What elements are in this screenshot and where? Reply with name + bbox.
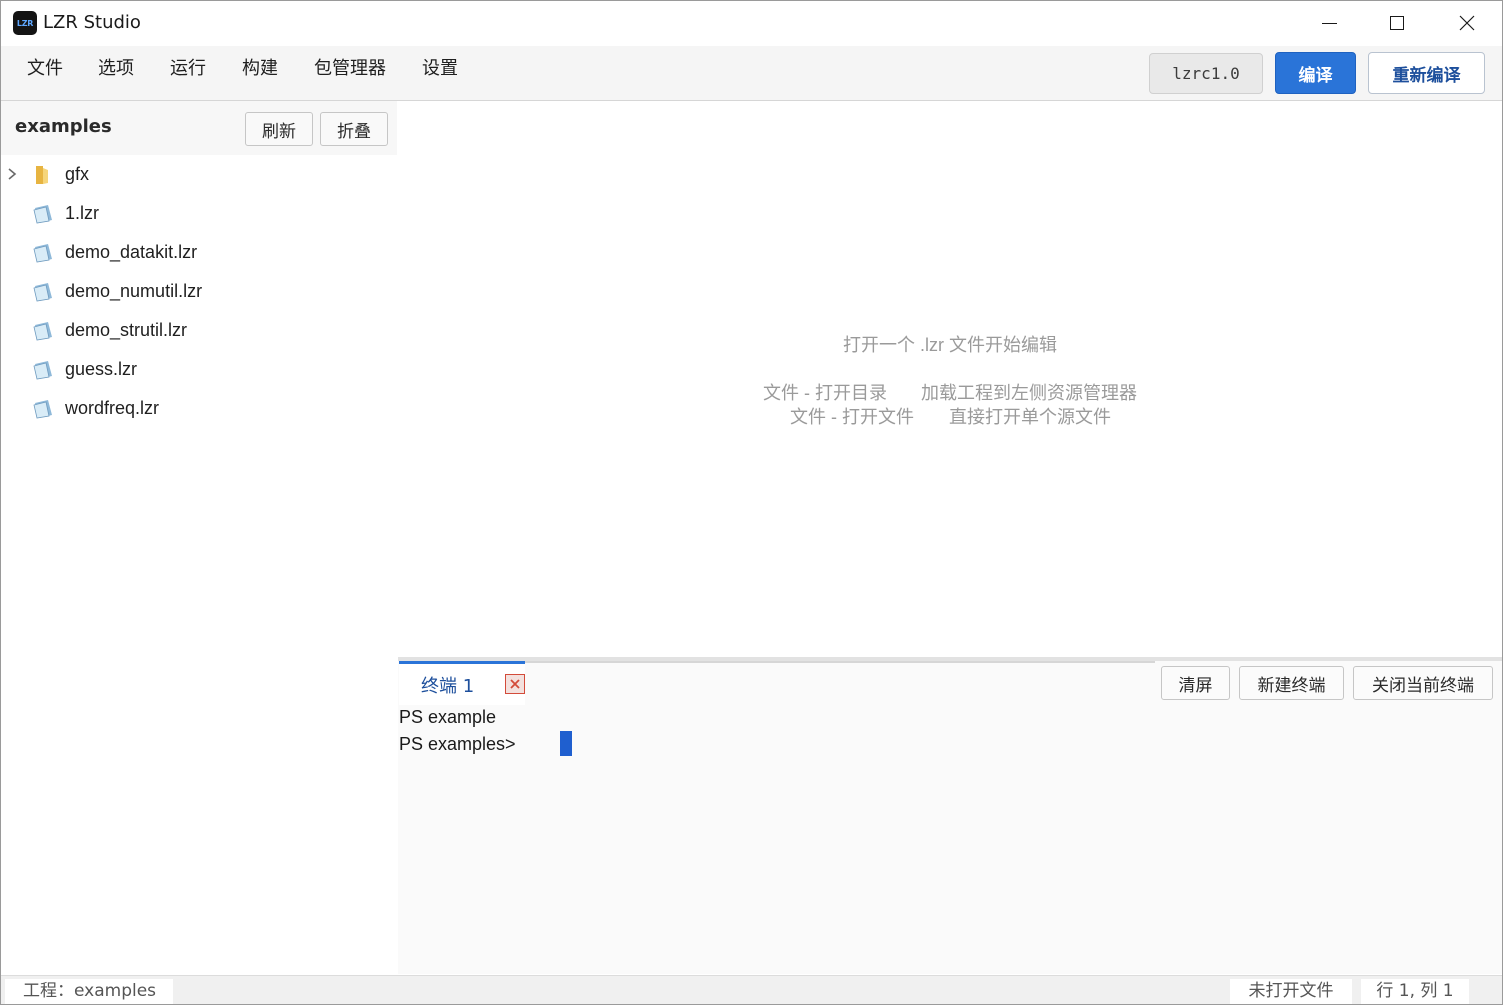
menu-build[interactable]: 构建 — [242, 56, 278, 82]
compiler-version-selector[interactable]: lzrc1.0 — [1149, 53, 1263, 94]
tree-item-file[interactable]: 1.lzr — [1, 194, 397, 233]
tree-item-label: gfx — [65, 164, 90, 184]
file-icon — [33, 400, 52, 419]
terminal-cursor — [560, 731, 572, 756]
close-icon — [1459, 15, 1475, 31]
compile-button[interactable]: 编译 — [1275, 52, 1356, 94]
terminal-output[interactable]: PS example PS examples> — [399, 705, 1499, 973]
file-icon — [33, 244, 52, 263]
app-window: LZR LZR Studio 文件 选项 运行 构建 包管理器 设置 lzrc1… — [0, 0, 1503, 1005]
chevron-right-icon[interactable] — [7, 167, 17, 181]
editor-area[interactable]: 打开一个 .lzr 文件开始编辑 文件 - 打开目录 加载工程到左侧资源管理器 … — [398, 101, 1502, 657]
status-cursor-position: 行 1, 列 1 — [1361, 979, 1469, 1004]
tree-item-file[interactable]: guess.lzr — [1, 350, 397, 389]
folder-icon — [36, 166, 48, 184]
status-bar: 工程：examples 未打开文件 行 1, 列 1 — [1, 975, 1502, 1004]
maximize-button[interactable] — [1363, 1, 1431, 45]
close-terminal-button[interactable]: 关闭当前终端 — [1353, 666, 1493, 700]
tab-divider — [525, 661, 1155, 663]
menu-package-manager[interactable]: 包管理器 — [314, 56, 386, 82]
status-project: 工程：examples — [5, 979, 173, 1004]
clear-screen-button[interactable]: 清屏 — [1161, 666, 1230, 700]
terminal-prompt: PS examples> — [399, 734, 516, 754]
collapse-button[interactable]: 折叠 — [320, 112, 388, 146]
tree-item-label: guess.lzr — [65, 359, 138, 379]
file-icon — [33, 283, 52, 302]
editor-hint-description: 加载工程到左侧资源管理器 — [921, 383, 1137, 403]
maximize-icon — [1390, 16, 1404, 30]
app-logo-text: LZR — [16, 18, 34, 28]
tree-item-label: demo_datakit.lzr — [65, 242, 198, 262]
menu-options[interactable]: 选项 — [98, 56, 134, 82]
file-explorer: examples 刷新 折叠 gfx 1.lzr demo_datakit.lz… — [1, 101, 397, 974]
close-icon — [510, 679, 520, 689]
title-bar[interactable]: LZR LZR Studio — [1, 1, 1502, 45]
tab-terminal-1[interactable]: 终端 1 — [399, 661, 525, 705]
terminal-tab-label: 终端 1 — [421, 676, 475, 697]
editor-hint-description: 直接打开单个源文件 — [949, 407, 1111, 427]
tree-item-label: demo_numutil.lzr — [65, 281, 203, 301]
explorer-header: examples 刷新 折叠 — [1, 101, 397, 155]
close-tab-button[interactable] — [505, 674, 525, 694]
tree-item-label: 1.lzr — [65, 203, 100, 223]
file-icon — [33, 205, 52, 224]
tree-item-label: wordfreq.lzr — [65, 398, 160, 418]
tree-item-file[interactable]: wordfreq.lzr — [1, 389, 397, 428]
menu-run[interactable]: 运行 — [170, 56, 206, 82]
terminal-tab-bar: 终端 1 清屏 新建终端 关闭当前终端 — [398, 661, 1502, 705]
recompile-button[interactable]: 重新编译 — [1368, 52, 1485, 94]
file-icon — [33, 361, 52, 380]
menu-settings[interactable]: 设置 — [422, 56, 458, 82]
editor-hint-action: 文件 - 打开文件 — [790, 407, 914, 427]
refresh-button[interactable]: 刷新 — [245, 112, 313, 146]
tree-item-gfx[interactable]: gfx — [1, 155, 397, 194]
close-window-button[interactable] — [1433, 1, 1501, 45]
window-title: LZR Studio — [43, 12, 141, 33]
minimize-icon — [1321, 22, 1337, 24]
app-logo: LZR — [13, 11, 37, 35]
menu-file[interactable]: 文件 — [27, 56, 63, 82]
project-name: examples — [15, 116, 112, 137]
terminal-line: PS example — [399, 707, 497, 727]
tree-item-file[interactable]: demo_datakit.lzr — [1, 233, 397, 272]
minimize-button[interactable] — [1295, 1, 1363, 45]
new-terminal-button[interactable]: 新建终端 — [1239, 666, 1344, 700]
tree-item-label: demo_strutil.lzr — [65, 320, 188, 340]
editor-hint-title: 打开一个 .lzr 文件开始编辑 — [843, 335, 1057, 355]
tree-item-file[interactable]: demo_numutil.lzr — [1, 272, 397, 311]
tree-item-file[interactable]: demo_strutil.lzr — [1, 311, 397, 350]
editor-hint-action: 文件 - 打开目录 — [763, 383, 887, 403]
status-open-file: 未打开文件 — [1230, 979, 1352, 1004]
file-icon — [33, 322, 52, 341]
terminal-panel: 终端 1 清屏 新建终端 关闭当前终端 PS example PS exampl… — [398, 661, 1502, 974]
